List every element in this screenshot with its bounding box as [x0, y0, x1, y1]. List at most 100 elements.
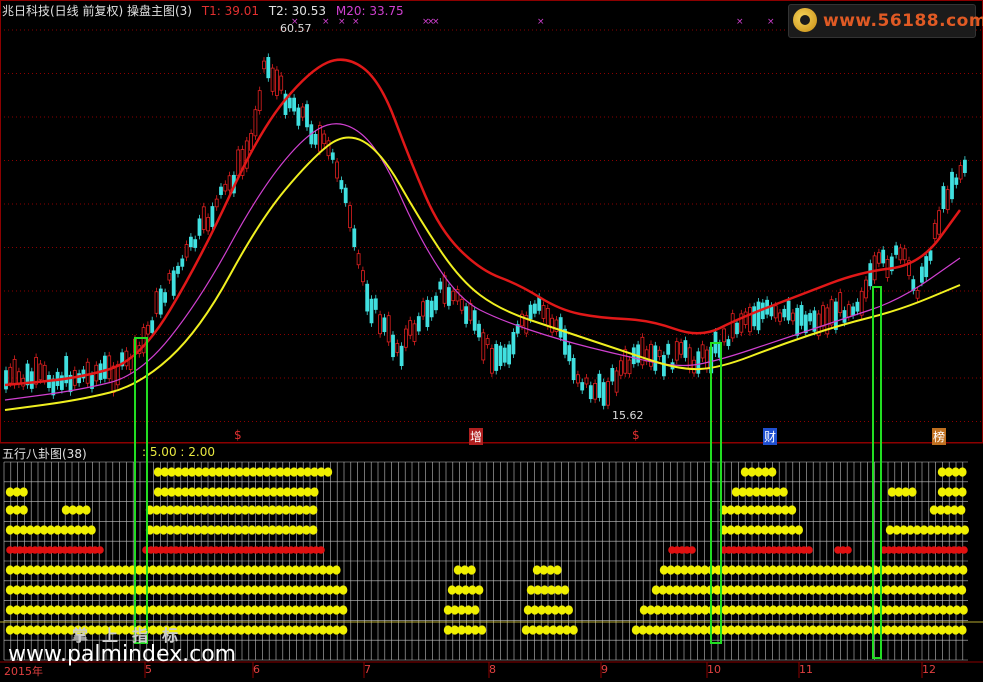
- candle-body: [141, 327, 146, 354]
- candle-body: [438, 281, 443, 290]
- candle-body: [197, 218, 202, 236]
- candle-body: [567, 345, 572, 362]
- yellow-dot: [323, 467, 333, 477]
- candle-body: [223, 183, 228, 192]
- candle-body: [545, 307, 550, 327]
- chart-title: 兆日科技(日线 前复权) 操盘主图(3): [2, 4, 192, 18]
- candle-body: [124, 350, 129, 367]
- m20-value: M20: 33.75: [335, 4, 404, 18]
- candle-body: [808, 313, 812, 322]
- candle-body: [330, 152, 335, 160]
- candle-body: [864, 279, 868, 299]
- red-dot: [688, 546, 696, 554]
- candle-body: [773, 305, 778, 319]
- chart-canvas[interactable]: ××××××××××××: [0, 0, 983, 678]
- marker-dollar-1: $: [234, 428, 242, 442]
- candle-body: [666, 343, 671, 355]
- yellow-dot: [309, 525, 318, 535]
- yellow-dot: [957, 505, 966, 515]
- candle-body: [838, 292, 843, 314]
- candle-body: [150, 320, 155, 333]
- candle-body: [507, 344, 512, 365]
- candle-body: [653, 345, 658, 371]
- candle-body: [950, 171, 954, 200]
- candle-body: [588, 385, 593, 400]
- candle-body: [511, 331, 516, 355]
- yellow-dot: [553, 565, 562, 575]
- axis-label-5: 5: [145, 663, 152, 676]
- candle-body: [412, 323, 417, 342]
- candle-body: [434, 295, 438, 311]
- stock-chart-window: ×××××××××××× 兆日科技(日线 前复权) 操盘主图(3) T1: 39…: [0, 0, 983, 678]
- candle-body: [627, 359, 632, 375]
- candle-body: [214, 198, 219, 208]
- candle-body: [877, 252, 881, 264]
- candle-body: [348, 205, 352, 229]
- yellow-dot: [477, 625, 487, 635]
- candle-body: [193, 239, 198, 248]
- candle-body: [541, 305, 546, 319]
- candle-body: [593, 382, 597, 400]
- candle-body: [103, 355, 107, 379]
- candle-body: [859, 290, 864, 316]
- yellow-dot: [959, 605, 968, 615]
- candle-body: [468, 303, 473, 321]
- candle-body: [705, 349, 709, 370]
- candle-body: [748, 306, 752, 333]
- candle-body: [188, 236, 193, 248]
- axis-label-10: 10: [707, 663, 721, 676]
- candle-body: [236, 149, 241, 177]
- candle-body: [834, 301, 838, 330]
- candle-body: [326, 140, 331, 157]
- candle-body: [902, 248, 907, 261]
- yellow-dot: [569, 625, 578, 635]
- high-price-label: 60.57: [280, 22, 312, 35]
- candle-body: [154, 291, 159, 314]
- candle-body: [403, 328, 408, 348]
- candle-body: [485, 338, 490, 346]
- yellow-dot: [958, 625, 967, 635]
- candle-body: [743, 311, 748, 325]
- candle-body: [954, 177, 959, 185]
- candle-body: [176, 265, 180, 274]
- candle-body: [313, 133, 318, 145]
- candle-body: [85, 361, 90, 384]
- candle-body: [158, 288, 163, 315]
- candle-body: [932, 223, 937, 239]
- axis-label-8: 8: [489, 663, 496, 676]
- candle-body: [206, 217, 211, 232]
- marker-bang: 榜: [932, 428, 947, 445]
- highlight-box-2: [710, 342, 722, 644]
- axis-label-12: 12: [922, 663, 936, 676]
- candle-body: [111, 365, 116, 393]
- axis-label-7: 7: [364, 663, 371, 676]
- candle-body: [791, 312, 795, 322]
- candle-body: [292, 97, 297, 112]
- candle-body: [219, 186, 223, 195]
- candle-body: [502, 347, 507, 363]
- red-dot: [960, 546, 968, 554]
- candle-body: [730, 313, 735, 339]
- candle-body: [898, 247, 903, 261]
- yellow-dot: [309, 505, 318, 515]
- candle-body: [537, 296, 542, 311]
- signal-marker-icon: ×: [537, 17, 545, 27]
- candle-body: [421, 301, 426, 317]
- candle-body: [38, 363, 43, 381]
- candle-body: [674, 341, 679, 361]
- candle-body: [29, 371, 34, 389]
- yellow-dot: [332, 565, 341, 575]
- candle-body: [597, 373, 602, 398]
- candle-body: [446, 287, 451, 306]
- candle-body: [894, 245, 898, 255]
- highlight-box-1: [134, 337, 148, 644]
- candle-body: [210, 206, 215, 228]
- candle-body: [16, 371, 21, 385]
- candle-body: [266, 57, 271, 79]
- candle-body: [481, 332, 486, 361]
- yellow-dot: [794, 525, 803, 535]
- candle-body: [34, 357, 38, 385]
- candle-body: [429, 300, 434, 318]
- red-dot: [844, 546, 852, 554]
- candle-body: [945, 189, 950, 211]
